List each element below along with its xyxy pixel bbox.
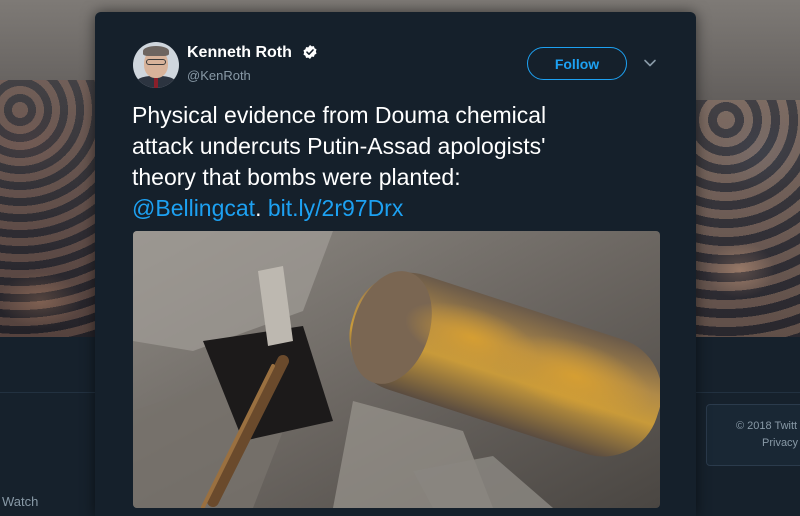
url-link[interactable]: bit.ly/2r97Drx <box>268 195 403 221</box>
watch-label[interactable]: Watch <box>2 494 38 509</box>
follow-button[interactable]: Follow <box>527 47 627 80</box>
verified-badge-icon <box>303 45 317 59</box>
footer-privacy-link[interactable]: Privacy <box>762 437 798 449</box>
tweet-text-line-3: theory that bombs were planted: <box>132 164 461 190</box>
avatar[interactable] <box>133 42 179 88</box>
tweet-text-line-4: @Bellingcat. bit.ly/2r97Drx <box>132 193 672 224</box>
mention-link[interactable]: @Bellingcat <box>132 195 255 221</box>
tweet-text-line-2: attack undercuts Putin-Assad apologists' <box>132 133 546 159</box>
author-handle[interactable]: @KenRoth <box>187 68 251 83</box>
chevron-down-icon[interactable] <box>643 57 657 69</box>
background-crowd-left <box>0 80 95 337</box>
tweet-text-line-1: Physical evidence from Douma chemical <box>132 102 547 128</box>
tweet-media-photo[interactable] <box>133 231 660 508</box>
tweet-text: Physical evidence from Douma chemical at… <box>132 100 672 224</box>
photo-icon <box>133 231 660 508</box>
avatar-glasses <box>146 59 166 65</box>
footer-box <box>706 404 800 466</box>
author-display-name[interactable]: Kenneth Roth <box>187 44 292 62</box>
tweet-text-separator: . <box>255 195 268 221</box>
tweet-card: Kenneth Roth @KenRoth Follow Physical ev… <box>95 12 696 516</box>
background-crowd-right <box>696 100 800 337</box>
avatar-hair <box>143 46 169 56</box>
footer-copyright: © 2018 Twitt <box>736 420 798 432</box>
